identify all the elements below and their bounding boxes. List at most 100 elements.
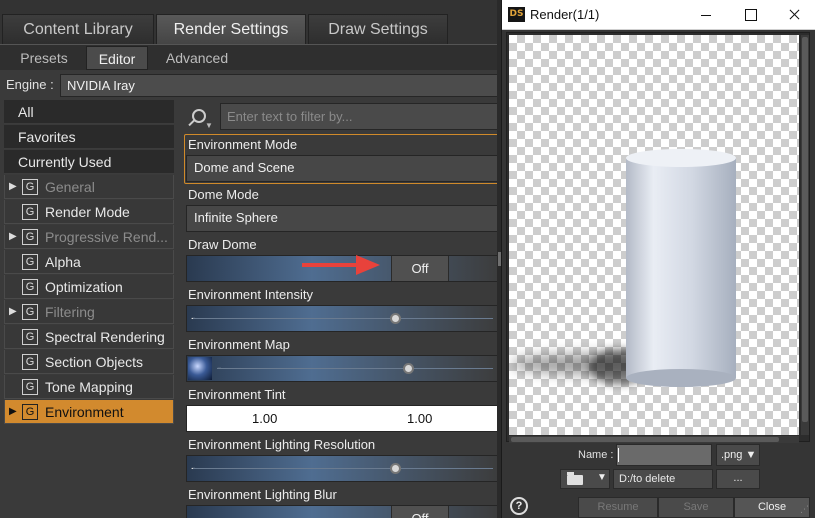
arrow-shape [302,255,380,275]
category-label: Spectral Rendering [45,329,165,345]
engine-row: Engine : NVIDIA Iray [0,72,500,98]
category-optimization[interactable]: G Optimization [4,275,174,299]
tab-render-settings[interactable]: Render Settings [156,14,306,44]
prop-label: Dome Mode [188,187,259,202]
folder-icon [567,472,583,485]
scroll-thumb[interactable] [511,437,779,442]
render-window: DS Render(1/1) Name : .png ▼ ▼ D:/to del… [501,0,815,518]
help-icon[interactable]: ? [510,497,528,515]
save-path: D:/to delete [613,469,713,489]
slider-knob[interactable] [403,363,414,374]
environment-tint-field[interactable]: 1.00 1.00 [186,405,500,432]
category-label: General [45,179,95,195]
group-icon: G [22,404,38,420]
group-icon: G [22,254,38,270]
close-button[interactable]: Close [734,497,810,518]
prop-label: Environment Mode [188,137,298,152]
expand-triangle-icon[interactable]: ▶ [9,225,17,249]
group-icon: G [22,179,38,195]
environment-lighting-resolution-slider[interactable]: - [186,455,500,482]
category-label: Environment [45,404,124,420]
search-icon[interactable] [192,109,206,123]
category-list: All Favorites Currently Used ▶ G General… [4,100,174,518]
expand-triangle-icon[interactable]: ▶ [9,300,17,324]
prop-label: Environment Lighting Resolution [188,437,376,452]
prop-label: Draw Dome [188,237,257,252]
environment-lighting-blur-toggle[interactable]: Off [186,505,500,518]
lighting-blur-off-button[interactable]: Off [391,506,449,518]
minus-icon: - [191,459,196,475]
maximize-icon[interactable] [728,0,772,30]
slider-track [217,368,493,369]
folder-button[interactable]: ▼ [560,469,610,489]
resume-button[interactable]: Resume [578,497,658,518]
category-filtering[interactable]: ▶ G Filtering [4,300,174,324]
category-section-objects[interactable]: G Section Objects [4,350,174,374]
scroll-thumb[interactable] [802,37,808,422]
window-titlebar[interactable]: DS Render(1/1) [502,0,815,30]
browse-button[interactable]: ... [716,469,760,489]
minus-icon: - [191,309,196,325]
category-environment[interactable]: ▶ G Environment [4,400,174,424]
category-favorites[interactable]: Favorites [4,125,174,149]
tint-value-2[interactable]: 1.00 [407,411,432,426]
category-label: Tone Mapping [45,379,133,395]
resize-grip-icon[interactable]: ⋰ [800,504,809,515]
group-icon: G [22,204,38,220]
main-tab-bar: Content Library Render Settings Draw Set… [0,0,500,44]
category-tone-mapping[interactable]: G Tone Mapping [4,375,174,399]
save-button[interactable]: Save [658,497,734,518]
cylinder-top [626,149,736,167]
expand-triangle-icon[interactable]: ▶ [9,400,17,424]
filter-chevron-icon[interactable]: ▼ [205,121,213,130]
subtab-editor[interactable]: Editor [86,46,148,70]
category-currently-used[interactable]: Currently Used [4,150,174,174]
environment-mode-select[interactable]: Dome and Scene [186,155,500,182]
filter-input[interactable] [220,103,500,130]
slider-knob[interactable] [390,463,401,474]
engine-label: Engine : [6,77,54,92]
slider-knob[interactable] [390,313,401,324]
category-general[interactable]: ▶ G General [4,175,174,199]
chevron-down-icon: ▼ [597,472,607,483]
category-progressive-rendering[interactable]: ▶ G Progressive Rend... [4,225,174,249]
prop-label: Environment Intensity [188,287,314,302]
minimize-icon[interactable] [684,0,728,30]
tab-content-library[interactable]: Content Library [2,14,154,44]
close-icon[interactable] [772,0,815,30]
tint-value-1[interactable]: 1.00 [252,411,277,426]
property-list: ▼ Environment Mode Dome and Scene Dome M… [184,100,500,518]
category-all[interactable]: All [4,100,174,124]
environment-map-thumbnail[interactable] [188,357,212,380]
category-render-mode[interactable]: G Render Mode [4,200,174,224]
engine-select[interactable]: NVIDIA Iray [60,74,500,97]
expand-triangle-icon[interactable]: ▶ [9,175,17,199]
extension-select[interactable]: .png ▼ [716,444,760,466]
group-icon: G [22,229,38,245]
category-label: Section Objects [45,354,144,370]
name-input[interactable] [616,444,712,466]
window-title: Render(1/1) [530,7,600,22]
annotation-arrow-icon [302,255,380,275]
prop-label: Environment Lighting Blur [188,487,337,502]
draw-dome-off-button[interactable]: Off [391,256,449,281]
subtab-advanced[interactable]: Advanced [152,46,242,70]
category-spectral-rendering[interactable]: G Spectral Rendering [4,325,174,349]
prop-label: Environment Map [188,337,290,352]
horizontal-scrollbar[interactable] [509,436,799,443]
cylinder-bottom [626,369,736,387]
environment-intensity-slider[interactable]: - [186,305,500,332]
environment-map-slider[interactable]: - [186,355,500,382]
prop-label: Environment Tint [188,387,286,402]
vertical-scrollbar[interactable] [801,35,809,435]
slider-track [193,318,493,319]
render-canvas [509,35,799,435]
group-icon: G [22,304,38,320]
tab-draw-settings[interactable]: Draw Settings [308,14,448,44]
category-label: Alpha [45,254,81,270]
subtab-presets[interactable]: Presets [4,46,84,70]
render-settings-pane: Content Library Render Settings Draw Set… [0,0,500,518]
group-icon: G [22,279,38,295]
dome-mode-select[interactable]: Infinite Sphere [186,205,500,232]
category-alpha[interactable]: G Alpha [4,250,174,274]
